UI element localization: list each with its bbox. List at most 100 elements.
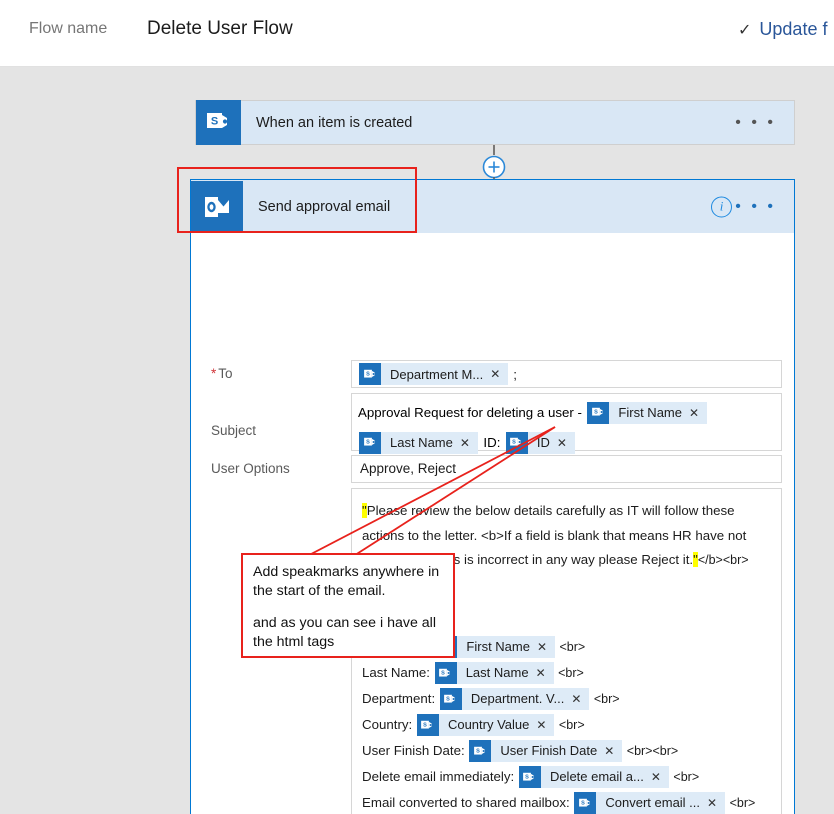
close-icon[interactable]: ✕: [537, 641, 555, 653]
close-icon[interactable]: ✕: [571, 693, 589, 705]
body-detail-line: Delete email immediately: S Delete email …: [362, 765, 771, 789]
flow-canvas: S When an item is created • • • Send app…: [0, 67, 834, 814]
svg-text:S: S: [512, 440, 516, 446]
close-icon[interactable]: ✕: [604, 745, 622, 757]
action-card-send-approval-email[interactable]: Send approval email i • • • * To S Depart…: [190, 179, 795, 814]
subject-input[interactable]: Approval Request for deleting a user - S…: [351, 393, 782, 454]
sharepoint-chip-icon: S: [359, 431, 381, 454]
action-card-menu-button[interactable]: • • •: [735, 198, 776, 215]
token-chip-label: Country Value: [447, 717, 530, 733]
body-detail-tail: <br><br>: [623, 744, 679, 758]
outlook-glyph: [205, 196, 229, 217]
close-icon[interactable]: ✕: [557, 437, 575, 449]
sharepoint-chip-icon: S: [469, 740, 492, 763]
callout-line-2: the start of the email.: [253, 583, 386, 599]
sharepoint-icon: S: [196, 100, 241, 145]
token-chip-label: First Name: [466, 639, 530, 655]
body-detail-line: Last Name: S Last Name ✕ <br>: [362, 661, 771, 685]
body-detail-line: Department: S Department. V... ✕ <br>: [362, 687, 771, 711]
body-detail-tail: <br>: [669, 770, 700, 784]
user-options-field-label: User Options: [211, 461, 290, 476]
body-detail-label: Last Name:: [362, 665, 434, 680]
update-flow-label: Update f: [759, 19, 828, 39]
token-chip-label: Delete email a...: [549, 769, 644, 785]
sharepoint-chip-icon: S: [359, 363, 381, 385]
svg-text:S: S: [424, 723, 428, 729]
close-icon[interactable]: ✕: [689, 407, 707, 419]
flow-name-label: Flow name: [29, 20, 108, 37]
body-field-lines: First Name: SFirst Name✕ <br>Last Name: …: [362, 635, 771, 814]
token-chip-last-name[interactable]: S Last Name ✕: [434, 662, 554, 685]
token-chip-first-name[interactable]: S First Name ✕: [587, 401, 708, 424]
body-detail-label: Delete email immediately:: [362, 769, 518, 784]
close-icon[interactable]: ✕: [651, 771, 669, 783]
close-icon[interactable]: ✕: [460, 437, 478, 449]
token-chip-label: Convert email ...: [605, 795, 701, 811]
outlook-icon: [191, 180, 243, 233]
trigger-card-title: When an item is created: [256, 114, 413, 131]
svg-text:S: S: [594, 410, 598, 416]
sharepoint-chip-icon: S: [434, 662, 457, 685]
update-flow-button[interactable]: ✓ Update f: [738, 19, 827, 40]
token-chip-id[interactable]: S ID ✕: [505, 431, 575, 454]
body-detail-tail: <br>: [590, 692, 620, 706]
callout-line-4: the html tags: [253, 634, 335, 650]
token-chip-last-name[interactable]: S Last Name ✕: [359, 431, 478, 454]
callout-line-3: and as you can see i have all: [253, 615, 436, 631]
svg-text:S: S: [581, 801, 585, 807]
subject-static-text-1: Approval Request for deleting a user -: [358, 405, 582, 420]
body-detail-tail: <br>: [554, 666, 584, 680]
to-label-text: To: [218, 366, 233, 381]
to-trailing-text: ;: [513, 366, 517, 382]
close-icon[interactable]: ✕: [707, 797, 725, 809]
token-chip-department-manager[interactable]: S Department M... ✕: [359, 363, 509, 385]
close-icon[interactable]: ✕: [536, 719, 554, 731]
svg-text:S: S: [366, 440, 370, 446]
token-chip-label: Department. V...: [470, 691, 565, 707]
token-chip-country-value[interactable]: S Country Value ✕: [416, 714, 555, 737]
app-header: Flow name Delete User Flow ✓ Update f: [0, 0, 834, 67]
flow-name-value[interactable]: Delete User Flow: [147, 18, 293, 40]
svg-text:S: S: [211, 116, 218, 128]
token-chip-label: First Name: [618, 404, 682, 420]
sharepoint-chip-icon: S: [587, 401, 610, 424]
to-field-label: * To: [191, 360, 351, 388]
info-icon[interactable]: i: [711, 196, 732, 217]
sharepoint-chip-icon: S: [518, 766, 541, 789]
svg-text:S: S: [366, 371, 370, 377]
token-chip-label: Department M...: [390, 366, 484, 382]
form-row-user-options: User Options Approve, Reject: [191, 455, 794, 483]
callout-line-1: Add speakmarks anywhere in: [253, 564, 440, 580]
token-chip-delete-email-a[interactable]: S Delete email a... ✕: [518, 766, 669, 789]
trigger-card-menu-button[interactable]: • • •: [735, 114, 776, 131]
token-chip-label: User Finish Date: [500, 743, 598, 759]
token-chip-department-v[interactable]: S Department. V... ✕: [439, 688, 590, 711]
close-icon[interactable]: ✕: [536, 667, 554, 679]
annotation-callout-box: Add speakmarks anywhere in the start of …: [241, 553, 455, 658]
body-detail-label: Country:: [362, 717, 416, 732]
token-chip-user-finish-date[interactable]: S User Finish Date ✕: [469, 740, 623, 763]
form-row-subject: Subject Approval Request for deleting a …: [191, 393, 794, 454]
action-card-header[interactable]: Send approval email i • • •: [191, 180, 794, 233]
body-detail-line: Country: S Country Value ✕ <br>: [362, 713, 771, 737]
sharepoint-chip-icon: S: [574, 792, 597, 814]
token-chip-label: ID: [536, 434, 550, 450]
subject-field-label: Subject: [211, 423, 257, 438]
user-options-input[interactable]: Approve, Reject: [351, 455, 782, 483]
token-chip-convert-email[interactable]: S Convert email ... ✕: [574, 792, 726, 814]
svg-text:S: S: [447, 697, 451, 703]
sharepoint-chip-icon: S: [416, 714, 439, 737]
to-input[interactable]: S Department M... ✕ ;: [351, 360, 782, 388]
sharepoint-chip-icon: S: [439, 688, 462, 711]
svg-text:S: S: [476, 749, 480, 755]
svg-text:S: S: [526, 775, 530, 781]
trigger-card-when-item-created[interactable]: S When an item is created • • •: [195, 100, 795, 145]
close-icon[interactable]: ✕: [490, 368, 508, 380]
required-marker: *: [211, 366, 217, 381]
body-detail-label: User Finish Date:: [362, 743, 469, 758]
token-chip-label: Last Name: [465, 665, 529, 681]
action-card-title: Send approval email: [258, 198, 391, 215]
token-chip-label: Last Name: [390, 434, 453, 450]
body-detail-line: User Finish Date: S User Finish Date ✕ <br…: [362, 739, 771, 763]
sharepoint-chip-icon: S: [505, 431, 528, 454]
